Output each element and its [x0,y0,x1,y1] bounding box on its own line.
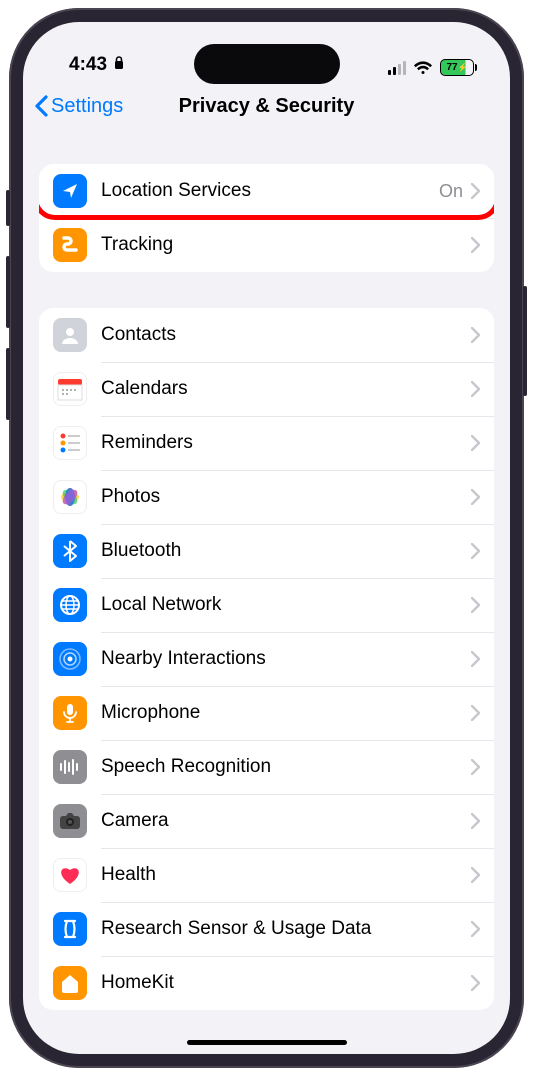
screen: 4:43 77⚡ Settings Privacy & Sec [23,22,510,1054]
chevron-right-icon [471,975,480,991]
chevron-right-icon [471,597,480,613]
row-label: Camera [101,810,471,832]
chevron-right-icon [471,543,480,559]
chevron-right-icon [471,759,480,775]
chevron-right-icon [471,489,480,505]
chevron-right-icon [471,813,480,829]
page-title: Privacy & Security [179,95,355,118]
chevron-right-icon [471,381,480,397]
power-button [523,286,527,396]
row-label: Research Sensor & Usage Data [101,918,471,940]
speech-icon [53,750,87,784]
row-health[interactable]: Health [39,848,494,902]
chevron-right-icon [471,435,480,451]
row-label: Location Services [101,180,439,202]
tracking-icon [53,228,87,262]
row-label: Tracking [101,234,471,256]
chevron-left-icon [33,95,49,117]
location-arrow-icon [53,174,87,208]
row-photos[interactable]: Photos [39,470,494,524]
row-microphone[interactable]: Microphone [39,686,494,740]
health-icon [53,858,87,892]
row-camera[interactable]: Camera [39,794,494,848]
research-icon [53,912,87,946]
photos-icon [53,480,87,514]
camera-icon [53,804,87,838]
chevron-right-icon [471,705,480,721]
silence-switch [6,190,10,226]
nearby-icon [53,642,87,676]
chevron-right-icon [471,921,480,937]
chevron-right-icon [471,327,480,343]
row-value: On [439,181,463,202]
row-label: Nearby Interactions [101,648,471,670]
row-nearby-interactions[interactable]: Nearby Interactions [39,632,494,686]
row-label: Health [101,864,471,886]
settings-group-1: Location Services On Tracking [39,164,494,272]
row-label: Photos [101,486,471,508]
row-label: Speech Recognition [101,756,471,778]
nav-bar: Settings Privacy & Security [23,78,510,134]
row-location-services[interactable]: Location Services On [39,164,494,218]
calendar-icon [53,372,87,406]
volume-down [6,348,10,420]
chevron-right-icon [471,237,480,253]
row-label: Bluetooth [101,540,471,562]
row-label: Microphone [101,702,471,724]
row-contacts[interactable]: Contacts [39,308,494,362]
contacts-icon [53,318,87,352]
row-label: Calendars [101,378,471,400]
chevron-right-icon [471,183,480,199]
cellular-icon [388,61,406,75]
row-local-network[interactable]: Local Network [39,578,494,632]
dynamic-island [194,44,340,84]
back-label: Settings [51,95,123,118]
home-indicator[interactable] [187,1040,347,1045]
row-research[interactable]: Research Sensor & Usage Data [39,902,494,956]
row-bluetooth[interactable]: Bluetooth [39,524,494,578]
row-label: Reminders [101,432,471,454]
battery-icon: 77⚡ [440,59,474,76]
battery-pct: 77 [446,62,457,73]
row-tracking[interactable]: Tracking [39,218,494,272]
row-homekit[interactable]: HomeKit [39,956,494,1010]
row-label: Local Network [101,594,471,616]
row-label: Contacts [101,324,471,346]
homekit-icon [53,966,87,1000]
local-network-icon [53,588,87,622]
microphone-icon [53,696,87,730]
wifi-icon [413,61,433,75]
chevron-right-icon [471,867,480,883]
status-time: 4:43 [69,54,107,76]
chevron-right-icon [471,651,480,667]
phone-frame: 4:43 77⚡ Settings Privacy & Sec [9,8,524,1068]
row-calendars[interactable]: Calendars [39,362,494,416]
reminders-icon [53,426,87,460]
settings-group-2: Contacts Calendars Reminders [39,308,494,1010]
orientation-lock-icon [113,54,125,76]
row-speech-recognition[interactable]: Speech Recognition [39,740,494,794]
content: Location Services On Tracking [23,134,510,1034]
back-button[interactable]: Settings [33,95,123,118]
volume-up [6,256,10,328]
bluetooth-icon [53,534,87,568]
row-label: HomeKit [101,972,471,994]
row-reminders[interactable]: Reminders [39,416,494,470]
